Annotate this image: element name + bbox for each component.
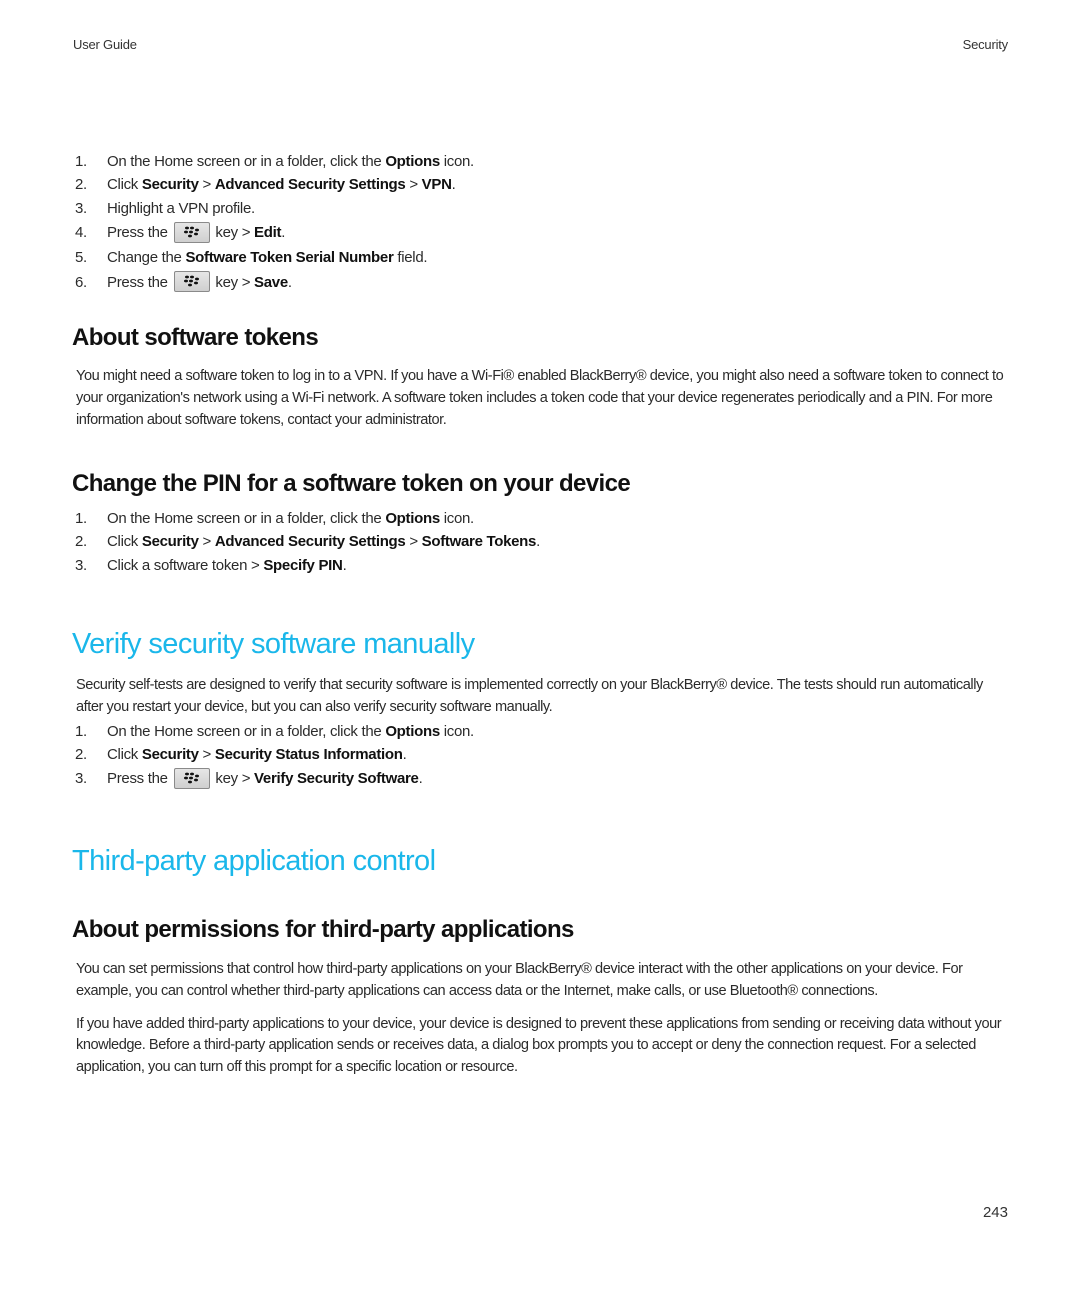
blackberry-menu-key-icon <box>173 221 210 243</box>
step-text: Click <box>107 533 142 551</box>
ui-term: Options <box>385 722 440 740</box>
step-item: 1. On the Home screen or in a folder, cli… <box>72 720 1008 743</box>
about-software-tokens-section: About software tokens You might need a s… <box>72 324 1008 431</box>
step-text: field. <box>393 249 428 267</box>
change-pin-steps-list: 1. On the Home screen or in a folder, cli… <box>72 507 1008 577</box>
section-heading: Change the PIN for a software token on y… <box>72 470 631 497</box>
change-pin-section: Change the PIN for a software token on y… <box>72 470 1008 577</box>
step-text: icon. <box>439 510 475 527</box>
step-number: 1. <box>75 153 87 170</box>
step-number: 2. <box>75 746 87 763</box>
step-text: Click <box>107 176 142 194</box>
ui-term: Software Tokens <box>421 533 537 551</box>
ui-term: Security <box>141 176 199 194</box>
step-text: . <box>402 746 407 763</box>
ui-term: Security <box>141 533 199 551</box>
step-text: On the Home screen or in a folder, click… <box>107 510 386 527</box>
step-text: . <box>287 273 292 291</box>
blackberry-menu-key-icon <box>173 271 210 293</box>
step-text: Press the <box>107 770 172 788</box>
step-number: 3. <box>75 199 87 217</box>
section-heading: About permissions for third-party applic… <box>72 916 574 943</box>
ui-term: Advanced Security Settings <box>214 533 406 551</box>
step-text: On the Home screen or in a folder, click… <box>107 153 386 170</box>
step-item: 3. Click a software token > Specify PIN. <box>72 554 1008 577</box>
chapter-heading: Third-party application control <box>72 845 436 877</box>
step-number: 2. <box>75 533 87 551</box>
step-item: 6. Press the key > Save. <box>72 270 1008 296</box>
ui-term: Options <box>385 510 440 527</box>
step-item: 1. On the Home screen or in a folder, cli… <box>72 507 1008 530</box>
step-text: Press the <box>107 273 172 291</box>
step-text: Highlight a VPN profile. <box>107 199 255 217</box>
step-text: key > <box>211 770 255 788</box>
section-body: You might need a software token to log i… <box>76 368 1004 428</box>
step-text: . <box>281 224 286 242</box>
step-item: 4. Press the key > Edit. <box>72 220 1008 246</box>
step-number: 1. <box>75 722 87 740</box>
section-heading: About software tokens <box>72 324 319 351</box>
ui-term: Verify Security Software <box>254 770 419 788</box>
step-item: 3. Highlight a VPN profile. <box>72 197 1008 220</box>
step-text: . <box>418 770 423 788</box>
section-body: If you have added third-party applicatio… <box>76 1015 1002 1076</box>
third-party-section: Third-party application control About pe… <box>72 845 1008 1079</box>
step-item: 3. Press the key > Verify Security Softwa… <box>72 766 1008 792</box>
step-number: 3. <box>75 770 87 788</box>
ui-term: Advanced Security Settings <box>214 176 406 194</box>
step-number: 2. <box>75 176 87 194</box>
running-header-left: User Guide <box>73 37 137 52</box>
step-text: Click a software token > <box>107 556 264 574</box>
ui-term: Software Token Serial Number <box>185 249 394 267</box>
step-text: > <box>405 176 422 194</box>
step-text: Change the <box>107 249 186 267</box>
ui-term: Options <box>385 153 440 170</box>
step-text: icon. <box>439 722 475 740</box>
ui-term: Specify PIN <box>263 556 343 574</box>
step-text: > <box>198 176 215 194</box>
step-text: On the Home screen or in a folder, click… <box>107 722 386 740</box>
ui-term: Save <box>254 273 288 291</box>
step-item: 1. On the Home screen or in a folder, cli… <box>72 150 1008 173</box>
step-text: > <box>198 533 215 551</box>
verify-steps-list: 1. On the Home screen or in a folder, cli… <box>72 720 1008 793</box>
step-text: > <box>198 746 215 763</box>
section-body: You can set permissions that control how… <box>76 961 963 999</box>
step-item: 2. Click Security > Advanced Security Set… <box>72 530 1008 553</box>
step-item: 2. Click Security > Security Status Infor… <box>72 743 1008 766</box>
step-text: icon. <box>439 153 475 170</box>
vpn-steps-list: 1. On the Home screen or in a folder, cli… <box>72 150 1008 296</box>
step-number: 6. <box>75 273 87 291</box>
section-body: Security self-tests are designed to veri… <box>76 677 983 715</box>
step-text: Press the <box>107 224 172 242</box>
step-text: Click <box>107 746 142 763</box>
step-text: . <box>536 533 540 551</box>
ui-term: Edit <box>254 224 282 242</box>
step-number: 3. <box>75 556 87 574</box>
blackberry-menu-key-icon <box>173 767 210 789</box>
running-header-right: Security <box>962 37 1009 52</box>
step-text: key > <box>211 224 255 242</box>
step-item: 2. Click Security > Advanced Security Set… <box>72 173 1008 196</box>
ui-term: Security Status Information <box>214 746 403 763</box>
step-text: > <box>405 533 422 551</box>
chapter-heading: Verify security software manually <box>72 628 475 660</box>
step-number: 5. <box>75 249 87 267</box>
page-number: 243 <box>982 1204 1008 1221</box>
step-text: . <box>342 556 347 574</box>
verify-section: Verify security software manually Securi… <box>72 628 1008 792</box>
step-text: . <box>451 176 456 194</box>
step-number: 1. <box>75 510 87 527</box>
step-text: key > <box>211 273 255 291</box>
step-item: 5. Change the Software Token Serial Numbe… <box>72 246 1008 269</box>
ui-term: Security <box>141 746 199 763</box>
ui-term: VPN <box>421 176 452 194</box>
step-number: 4. <box>75 224 87 242</box>
vpn-steps-section: 1. On the Home screen or in a folder, cli… <box>72 150 1008 296</box>
